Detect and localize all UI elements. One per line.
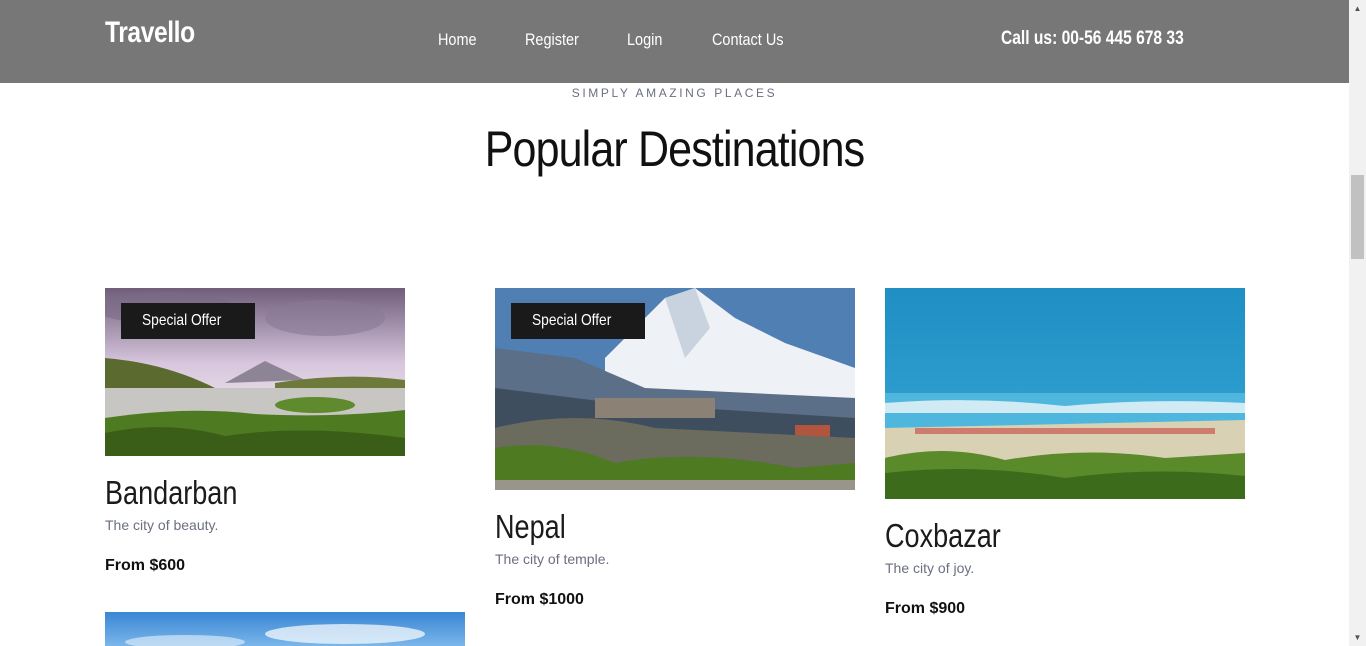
destination-title[interactable]: Bandarban [105,474,237,512]
phone-number: Call us: 00-56 445 678 33 [1001,28,1184,49]
section-title: Popular Destinations [484,121,865,177]
destination-price: From $1000 [495,591,584,608]
destination-card-next[interactable] [105,612,465,646]
scrollbar-thumb[interactable] [1351,175,1364,259]
scroll-up-icon[interactable]: ▲ [1349,0,1366,17]
nepal-photo[interactable]: Special Offer [495,288,855,490]
special-offer-badge: Special Offer [511,303,646,339]
next-destination-photo[interactable] [105,612,465,646]
destination-title[interactable]: Coxbazar [885,517,1001,555]
coxbazar-photo[interactable] [885,288,1245,499]
special-offer-badge: Special Offer [121,303,256,339]
destination-card-bandarban[interactable]: Special Offer Bandarban The city of beau… [105,288,405,588]
destination-tagline: The city of beauty. [105,517,219,533]
nav-home-link[interactable]: Home [438,30,477,50]
page-scrollbar[interactable]: ▲ ▼ [1349,0,1366,646]
destination-price: From $600 [105,557,186,574]
top-navbar: Travello Home Register Login Contact Us … [0,0,1349,83]
scroll-down-icon[interactable]: ▼ [1349,629,1366,646]
nav-contact-link[interactable]: Contact Us [712,30,783,50]
nav-register-link[interactable]: Register [525,30,579,50]
destination-tagline: The city of joy. [885,560,975,576]
section-eyebrow: SIMPLY AMAZING PLACES [571,86,778,100]
nav-login-link[interactable]: Login [627,30,662,50]
brand-logo[interactable]: Travello [105,16,195,50]
destination-price: From $900 [885,600,966,617]
destination-card-coxbazar[interactable]: Coxbazar The city of joy. From $900 [885,288,1245,628]
destination-tagline: The city of temple. [495,551,610,567]
destination-card-nepal[interactable]: Special Offer Nepal The city of temple. … [495,288,855,618]
bandarban-photo[interactable]: Special Offer [105,288,405,456]
destination-title[interactable]: Nepal [495,508,566,546]
